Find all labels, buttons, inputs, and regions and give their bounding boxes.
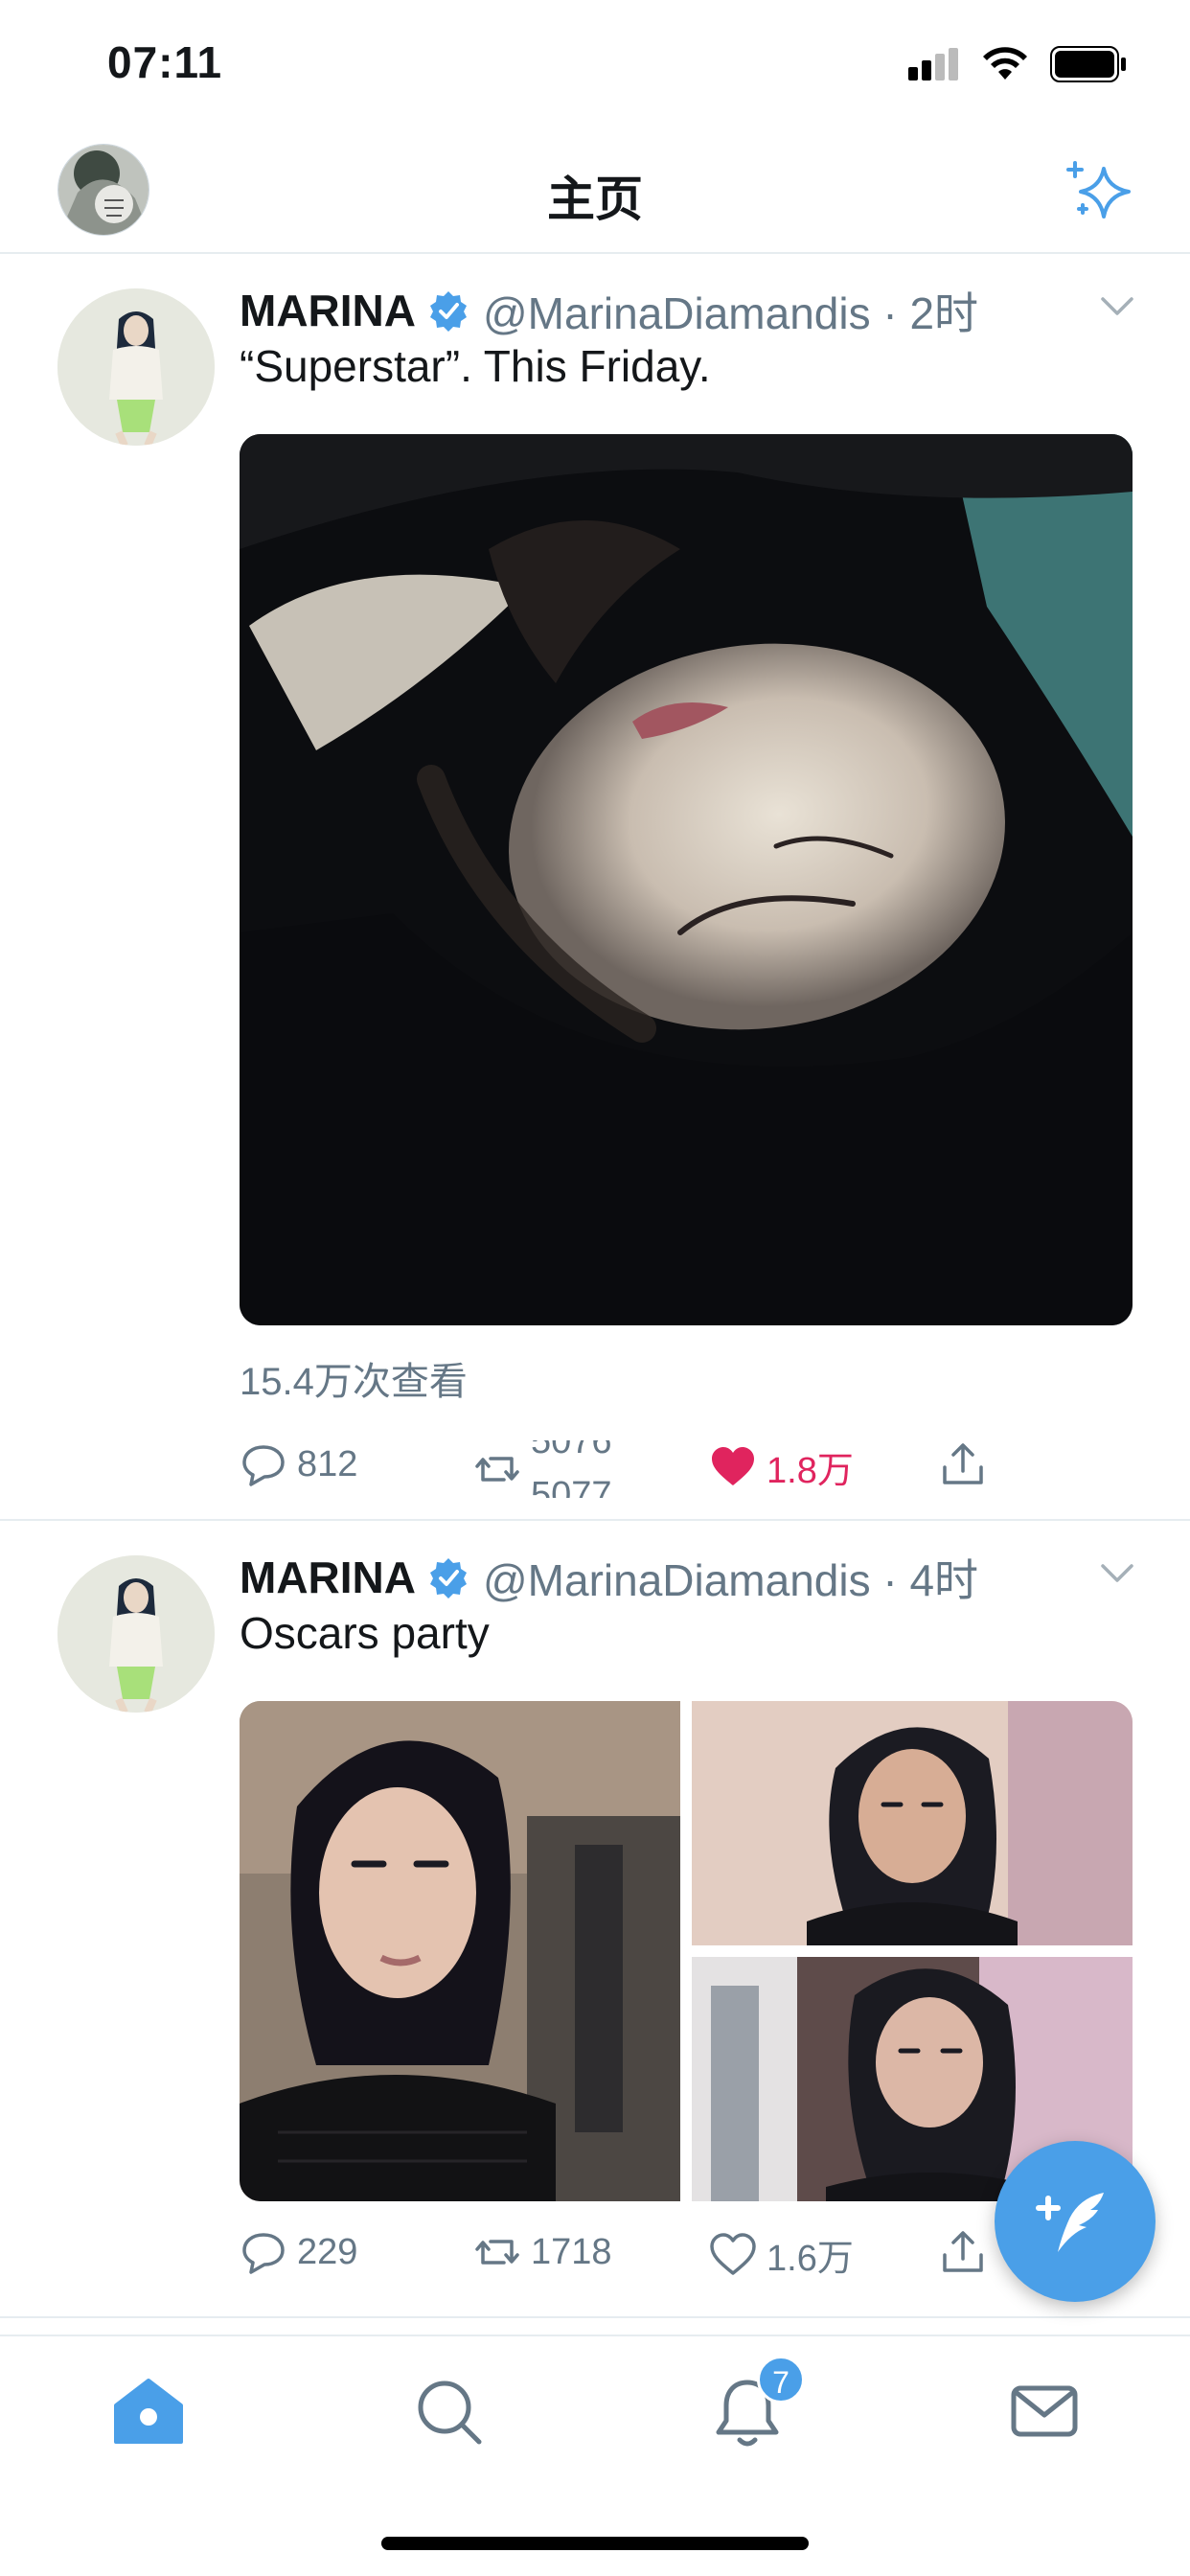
tweet-actions: 812 5076 5077 1.8万	[240, 1440, 1006, 1498]
reply-icon	[242, 2233, 285, 2274]
author-handle-time: @MarinaDiamandis · 4时	[482, 1555, 979, 1605]
author-avatar[interactable]	[57, 1555, 215, 1713]
page-title: 主页	[547, 172, 643, 226]
share-button[interactable]	[939, 2228, 996, 2276]
share-button[interactable]	[939, 1440, 996, 1488]
share-icon	[943, 2231, 983, 2272]
author-handle-time: @MarinaDiamandis · 2时	[482, 288, 979, 338]
like-button[interactable]: 1.6万	[709, 2228, 854, 2281]
compose-icon	[1036, 2193, 1104, 2252]
verified-icon	[429, 291, 467, 332]
like-count: 1.8万	[767, 1451, 854, 1491]
retweet-icon	[475, 1457, 519, 1482]
tweet[interactable]: MARINA @MarinaDiamandis · 2时 “Superstar”…	[0, 256, 1190, 1521]
tweet-photo[interactable]	[692, 1701, 1133, 1945]
author-avatar[interactable]	[57, 288, 215, 446]
like-count: 1.6万	[767, 2239, 854, 2279]
retweet-count-new: 5077	[531, 1475, 612, 1498]
status-bar: 07:11	[0, 0, 1190, 126]
mail-icon[interactable]	[1006, 2373, 1083, 2450]
share-icon	[943, 1443, 983, 1484]
retweet-count-rolling: 5076 5077	[531, 1440, 617, 1498]
tweet-text: Oscars party	[240, 1608, 490, 1658]
retweet-count: 1718	[531, 2231, 612, 2272]
tweet-header: MARINA @MarinaDiamandis · 4时	[240, 1546, 978, 1609]
chevron-down-icon[interactable]	[1100, 296, 1134, 317]
reply-button[interactable]: 812	[240, 1440, 357, 1488]
like-icon	[710, 2232, 756, 2275]
top-navigation-bar: 主页	[0, 126, 1190, 254]
tweet-photo-grid	[240, 1701, 1133, 2201]
home-icon[interactable]	[110, 2373, 187, 2450]
retweet-icon	[475, 2240, 519, 2265]
battery-icon	[1050, 46, 1126, 82]
retweet-button[interactable]: 1718	[473, 2228, 612, 2276]
tweet-video[interactable]	[240, 434, 1133, 1325]
reply-button[interactable]: 229	[240, 2228, 357, 2276]
status-icons	[908, 46, 1127, 82]
view-count: 15.4万次查看	[240, 1361, 468, 1403]
cellular-signal-icon	[908, 48, 958, 80]
tweet-photo[interactable]	[240, 1701, 680, 2201]
sparkle-icon[interactable]	[1065, 155, 1134, 224]
retweet-count-old: 5076	[531, 1440, 612, 1461]
author-name[interactable]: MARINA	[240, 1552, 416, 1603]
reply-icon	[242, 1445, 285, 1486]
tweet-header: MARINA @MarinaDiamandis · 2时	[240, 279, 978, 342]
status-time: 07:11	[107, 37, 223, 87]
verified-icon	[429, 1558, 467, 1598]
tweet-photo-column	[692, 1701, 1133, 2201]
chevron-down-icon[interactable]	[1100, 1563, 1134, 1584]
wifi-icon	[983, 47, 1027, 80]
search-icon[interactable]	[410, 2373, 487, 2450]
like-icon	[712, 1446, 754, 1485]
compose-tweet-button[interactable]	[995, 2141, 1156, 2302]
tweet-text: “Superstar”. This Friday.	[240, 341, 711, 391]
reply-count: 812	[297, 1443, 358, 1484]
home-indicator[interactable]	[381, 2537, 809, 2550]
tweet-actions: 229 1718 1.6万	[240, 2228, 1006, 2286]
retweet-button[interactable]: 5076 5077	[473, 1440, 617, 1498]
like-button[interactable]: 1.8万	[709, 1440, 854, 1493]
notifications-badge: 7	[757, 2356, 805, 2404]
author-name[interactable]: MARINA	[240, 285, 416, 336]
reply-count: 229	[297, 2231, 358, 2272]
